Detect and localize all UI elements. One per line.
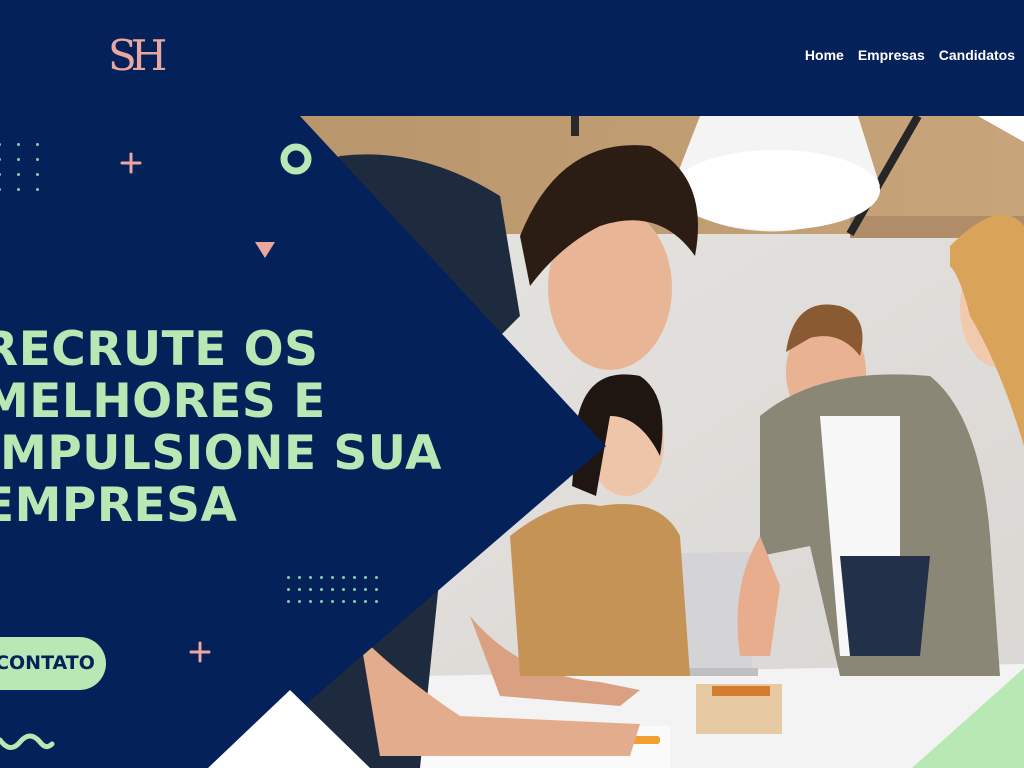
triangle-icon: [255, 242, 275, 258]
headline-line-4: EMPRESA: [0, 478, 238, 533]
dot-grid-icon: [0, 143, 39, 191]
hero-headline: RECRUTE OS MELHORES E IMPULSIONE SUA EMP…: [0, 324, 442, 532]
headline-line-2: MELHORES E: [0, 374, 326, 429]
plus-icon: [120, 152, 142, 174]
nav-candidatos[interactable]: Candidatos: [939, 47, 1015, 63]
plus-icon: [189, 641, 211, 663]
headline-line-3: IMPULSIONE SUA: [0, 426, 442, 481]
nav-home[interactable]: Home: [805, 47, 844, 63]
headline-line-1: RECRUTE OS: [0, 322, 319, 377]
hero-section: RECRUTE OS MELHORES E IMPULSIONE SUA EMP…: [0, 116, 1024, 768]
squiggle-icon: [0, 733, 55, 750]
ring-icon: [280, 143, 312, 175]
main-nav: Home Empresas Candidatos: [805, 47, 1015, 63]
site-header: SH Home Empresas Candidatos: [0, 0, 1024, 116]
nav-empresas[interactable]: Empresas: [858, 47, 925, 63]
logo[interactable]: SH: [108, 32, 168, 80]
logo-text: SH: [108, 31, 167, 80]
dot-grid-icon: [287, 576, 378, 603]
contact-button[interactable]: CONTATO: [0, 637, 106, 690]
